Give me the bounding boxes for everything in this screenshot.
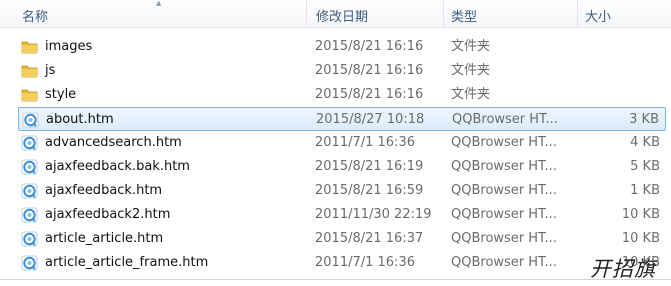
column-header-bar: 名称 ▲ 修改日期 类型 大小 xyxy=(0,0,671,28)
size-column-header[interactable]: 大小 xyxy=(585,6,611,25)
browser-file-icon xyxy=(21,135,38,151)
browser-file-icon xyxy=(21,207,38,223)
file-type: QQBrowser HT... xyxy=(451,183,557,198)
file-row[interactable]: style 2015/8/21 16:16 文件夹 xyxy=(18,83,666,107)
file-row[interactable]: article_article_frame.htm 2011/7/1 16:36 Q… xyxy=(18,251,666,275)
file-name: advancedsearch.htm xyxy=(45,135,182,150)
divider xyxy=(0,279,671,280)
file-type: 文件夹 xyxy=(451,63,491,78)
file-date: 2015/8/21 16:16 xyxy=(315,39,424,54)
file-type: QQBrowser HT... xyxy=(451,159,557,174)
file-date: 2015/8/21 16:16 xyxy=(315,87,424,102)
file-row[interactable]: advancedsearch.htm 2011/7/1 16:36 QQBrowse… xyxy=(18,131,666,155)
file-row[interactable]: article_article.htm 2015/8/21 16:37 QQBrow… xyxy=(18,227,666,251)
folder-icon xyxy=(21,87,38,103)
file-date: 2015/8/27 10:18 xyxy=(316,112,425,127)
file-row[interactable]: about.htm 2015/8/27 10:18 QQBrowser HT... 3… xyxy=(18,107,666,131)
file-type: 文件夹 xyxy=(451,39,491,54)
file-type: 文件夹 xyxy=(451,87,491,102)
browser-file-icon xyxy=(21,255,38,271)
file-type: QQBrowser HT... xyxy=(451,255,557,270)
file-type: QQBrowser HT... xyxy=(451,135,557,150)
file-date: 2011/11/30 22:19 xyxy=(315,207,432,222)
file-name: article_article_frame.htm xyxy=(45,255,209,270)
file-size: 4 KB xyxy=(630,135,660,150)
file-type: QQBrowser HT... xyxy=(451,231,557,246)
file-name: ajaxfeedback.bak.htm xyxy=(45,159,190,174)
file-name: ajaxfeedback.htm xyxy=(45,183,163,198)
browser-file-icon xyxy=(21,159,38,175)
column-divider[interactable] xyxy=(577,0,578,27)
file-row[interactable]: js 2015/8/21 16:16 文件夹 xyxy=(18,59,666,83)
date-column-header[interactable]: 修改日期 xyxy=(316,6,368,25)
file-date: 2011/7/1 16:36 xyxy=(315,135,415,150)
file-row[interactable]: images 2015/8/21 16:16 文件夹 xyxy=(18,35,666,59)
file-type: QQBrowser HT... xyxy=(452,112,558,127)
file-type: QQBrowser HT... xyxy=(451,207,557,222)
file-row[interactable]: ajaxfeedback.bak.htm 2015/8/21 16:19 QQBro… xyxy=(18,155,666,179)
column-divider[interactable] xyxy=(306,0,307,27)
name-column-header[interactable]: 名称 xyxy=(22,6,48,25)
file-row[interactable]: ajaxfeedback.htm 2015/8/21 16:59 QQBrowser… xyxy=(18,179,666,203)
folder-icon xyxy=(21,63,38,79)
file-date: 2015/8/21 16:37 xyxy=(315,231,424,246)
file-name: style xyxy=(45,87,77,102)
folder-icon xyxy=(21,39,38,55)
file-size: 1 KB xyxy=(630,183,660,198)
browser-file-icon xyxy=(21,183,38,199)
file-size: 5 KB xyxy=(630,159,660,174)
file-name: article_article.htm xyxy=(45,231,164,246)
file-size: 10 KB xyxy=(621,207,660,222)
file-size: 3 KB xyxy=(629,112,659,127)
file-row[interactable]: ajaxfeedback2.htm 2011/11/30 22:19 QQBrows… xyxy=(18,203,666,227)
browser-file-icon xyxy=(22,112,39,128)
file-date: 2015/8/21 16:19 xyxy=(315,159,424,174)
file-name: images xyxy=(45,39,93,54)
file-name: about.htm xyxy=(46,112,114,127)
file-date: 2015/8/21 16:16 xyxy=(315,63,424,78)
watermark-logo: 开招旗 xyxy=(590,257,656,281)
file-date: 2015/8/21 16:59 xyxy=(315,183,424,198)
browser-file-icon xyxy=(21,231,38,247)
type-column-header[interactable]: 类型 xyxy=(451,6,477,25)
column-divider[interactable] xyxy=(443,0,444,27)
file-size: 10 KB xyxy=(621,231,660,246)
file-name: ajaxfeedback2.htm xyxy=(45,207,171,222)
file-name: js xyxy=(45,63,56,78)
sort-ascending-icon: ▲ xyxy=(156,0,162,7)
file-date: 2011/7/1 16:36 xyxy=(315,255,415,270)
